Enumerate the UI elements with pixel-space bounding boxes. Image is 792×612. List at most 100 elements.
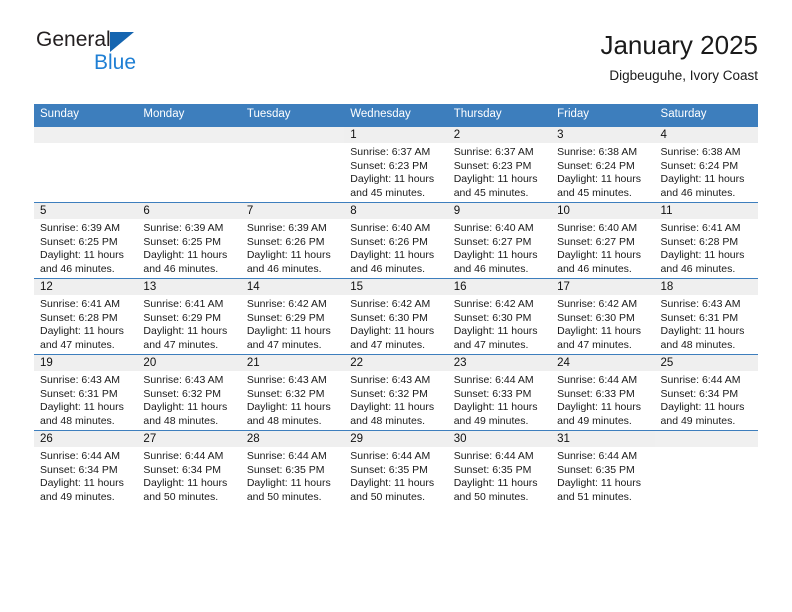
calendar-day[interactable]: 23 Sunrise: 6:44 AM Sunset: 6:33 PM Dayligh…: [447, 354, 552, 430]
calendar-day[interactable]: 16 Sunrise: 6:42 AM Sunset: 6:30 PM Dayligh…: [447, 278, 552, 354]
calendar-day[interactable]: 19 Sunrise: 6:43 AM Sunset: 6:31 PM Dayligh…: [34, 354, 138, 430]
calendar-day[interactable]: 29 Sunrise: 6:44 AM Sunset: 6:35 PM Dayligh…: [344, 430, 448, 506]
calendar-day-cell: 8 Sunrise: 6:40 AM Sunset: 6:26 PM Daylight…: [344, 202, 448, 278]
sunset-text: Sunset: 6:29 PM: [246, 311, 325, 324]
daylight-text-line2: and 46 minutes.: [453, 262, 529, 275]
calendar-day[interactable]: 14 Sunrise: 6:42 AM Sunset: 6:29 PM Dayligh…: [240, 278, 345, 354]
calendar-day[interactable]: 24 Sunrise: 6:44 AM Sunset: 6:33 PM Dayligh…: [551, 354, 655, 430]
sunset-text: Sunset: 6:31 PM: [660, 311, 739, 324]
calendar-day[interactable]: 17 Sunrise: 6:42 AM Sunset: 6:30 PM Dayligh…: [551, 278, 655, 354]
calendar-day-cell: 29 Sunrise: 6:44 AM Sunset: 6:35 PM Dayligh…: [344, 430, 448, 506]
calendar-day[interactable]: 2 Sunrise: 6:37 AM Sunset: 6:23 PM Daylight…: [447, 126, 552, 202]
daylight-text-line2: and 48 minutes.: [660, 338, 736, 351]
day-number: 7: [240, 203, 345, 219]
daylight-text-line2: and 49 minutes.: [453, 414, 529, 427]
sunrise-text: Sunrise: 6:42 AM: [557, 298, 638, 310]
calendar-day-cell: 10 Sunrise: 6:40 AM Sunset: 6:27 PM Dayligh…: [551, 202, 655, 278]
daylight-text-line2: and 48 minutes.: [40, 414, 115, 427]
daylight-text-line2: and 46 minutes.: [557, 262, 632, 275]
daylight-text-line1: Daylight: 11 hours: [40, 325, 124, 338]
daylight-text-line1: Daylight: 11 hours: [453, 401, 538, 414]
day-number: 24: [551, 355, 655, 371]
daylight-text-line2: and 47 minutes.: [557, 338, 632, 351]
calendar-day[interactable]: 3 Sunrise: 6:38 AM Sunset: 6:24 PM Daylight…: [551, 126, 655, 202]
daylight-text-line2: and 47 minutes.: [350, 338, 425, 351]
calendar-day-cell: 2 Sunrise: 6:37 AM Sunset: 6:23 PM Daylight…: [447, 126, 552, 202]
calendar-day-cell: 25 Sunrise: 6:44 AM Sunset: 6:34 PM Dayligh…: [654, 354, 758, 430]
daylight-text-line1: Daylight: 11 hours: [557, 325, 641, 338]
day-details: Sunrise: 6:41 AM Sunset: 6:28 PM Daylight:…: [34, 295, 137, 352]
calendar-day[interactable]: 20 Sunrise: 6:43 AM Sunset: 6:32 PM Dayligh…: [137, 354, 241, 430]
weekday-header-thursday: Thursday: [447, 104, 552, 126]
daylight-text-line1: Daylight: 11 hours: [453, 325, 538, 338]
sunset-text: Sunset: 6:27 PM: [453, 235, 532, 248]
weekday-header-wednesday: Wednesday: [344, 104, 448, 126]
calendar-day[interactable]: 15 Sunrise: 6:42 AM Sunset: 6:30 PM Dayligh…: [344, 278, 448, 354]
calendar-day[interactable]: 25 Sunrise: 6:44 AM Sunset: 6:34 PM Dayligh…: [654, 354, 758, 430]
calendar-day-cell: 21 Sunrise: 6:43 AM Sunset: 6:32 PM Dayligh…: [240, 354, 345, 430]
day-details: Sunrise: 6:41 AM Sunset: 6:29 PM Daylight:…: [137, 295, 240, 352]
calendar-day[interactable]: 8 Sunrise: 6:40 AM Sunset: 6:26 PM Daylight…: [344, 202, 448, 278]
daylight-text-line2: and 48 minutes.: [143, 414, 219, 427]
calendar-day[interactable]: 1 Sunrise: 6:37 AM Sunset: 6:23 PM Daylight…: [344, 126, 448, 202]
calendar-day-cell: 15 Sunrise: 6:42 AM Sunset: 6:30 PM Dayligh…: [344, 278, 448, 354]
sunset-text: Sunset: 6:34 PM: [143, 463, 222, 476]
sunrise-text: Sunrise: 6:40 AM: [350, 222, 431, 234]
sunrise-text: Sunrise: 6:44 AM: [143, 450, 224, 462]
calendar-day[interactable]: 26 Sunrise: 6:44 AM Sunset: 6:34 PM Dayligh…: [34, 430, 138, 506]
calendar-day[interactable]: 30 Sunrise: 6:44 AM Sunset: 6:35 PM Dayligh…: [447, 430, 552, 506]
calendar-day[interactable]: 7 Sunrise: 6:39 AM Sunset: 6:26 PM Daylight…: [240, 202, 345, 278]
daylight-text-line2: and 48 minutes.: [350, 414, 425, 427]
sunrise-text: Sunrise: 6:38 AM: [557, 146, 638, 158]
day-details: Sunrise: 6:42 AM Sunset: 6:30 PM Daylight:…: [551, 295, 654, 352]
day-number: 12: [34, 279, 138, 295]
daylight-text-line1: Daylight: 11 hours: [246, 325, 331, 338]
daylight-text-line1: Daylight: 11 hours: [350, 249, 435, 262]
calendar-day-cell: [34, 126, 138, 202]
day-details: Sunrise: 6:42 AM Sunset: 6:30 PM Daylight:…: [448, 295, 551, 352]
calendar-day[interactable]: 11 Sunrise: 6:41 AM Sunset: 6:28 PM Dayligh…: [654, 202, 758, 278]
sunset-text: Sunset: 6:27 PM: [557, 235, 635, 248]
day-number: 18: [654, 279, 758, 295]
calendar-day[interactable]: 12 Sunrise: 6:41 AM Sunset: 6:28 PM Dayligh…: [34, 278, 138, 354]
daylight-text-line2: and 51 minutes.: [557, 490, 632, 503]
calendar-day[interactable]: 21 Sunrise: 6:43 AM Sunset: 6:32 PM Dayligh…: [240, 354, 345, 430]
day-number: 23: [447, 355, 552, 371]
weekday-header-row: Sunday Monday Tuesday Wednesday Thursday…: [34, 104, 758, 126]
calendar-day[interactable]: 31 Sunrise: 6:44 AM Sunset: 6:35 PM Dayligh…: [551, 430, 655, 506]
day-details: Sunrise: 6:44 AM Sunset: 6:35 PM Daylight:…: [344, 447, 447, 504]
sunset-text: Sunset: 6:23 PM: [350, 159, 428, 172]
day-number: 6: [137, 203, 241, 219]
daylight-text-line1: Daylight: 11 hours: [557, 477, 641, 490]
calendar-day[interactable]: 6 Sunrise: 6:39 AM Sunset: 6:25 PM Daylight…: [137, 202, 241, 278]
calendar-day[interactable]: 22 Sunrise: 6:43 AM Sunset: 6:32 PM Dayligh…: [344, 354, 448, 430]
calendar-day[interactable]: 13 Sunrise: 6:41 AM Sunset: 6:29 PM Dayligh…: [137, 278, 241, 354]
calendar-day[interactable]: 5 Sunrise: 6:39 AM Sunset: 6:25 PM Daylight…: [34, 202, 138, 278]
calendar-day-cell: 14 Sunrise: 6:42 AM Sunset: 6:29 PM Dayligh…: [240, 278, 345, 354]
day-details: Sunrise: 6:39 AM Sunset: 6:25 PM Daylight:…: [34, 219, 137, 276]
sunrise-text: Sunrise: 6:44 AM: [246, 450, 327, 462]
calendar-day[interactable]: 18 Sunrise: 6:43 AM Sunset: 6:31 PM Dayligh…: [654, 278, 758, 354]
daylight-text-line2: and 45 minutes.: [350, 186, 425, 199]
daylight-text-line1: Daylight: 11 hours: [660, 325, 745, 338]
daylight-text-line2: and 46 minutes.: [40, 262, 115, 275]
daylight-text-line2: and 46 minutes.: [143, 262, 219, 275]
brand-logo[interactable]: General Blue: [34, 28, 334, 90]
calendar-day[interactable]: 28 Sunrise: 6:44 AM Sunset: 6:35 PM Dayligh…: [240, 430, 345, 506]
sunrise-text: Sunrise: 6:43 AM: [143, 374, 224, 386]
sunset-text: Sunset: 6:30 PM: [453, 311, 532, 324]
calendar-day[interactable]: 9 Sunrise: 6:40 AM Sunset: 6:27 PM Daylight…: [447, 202, 552, 278]
daylight-text-line1: Daylight: 11 hours: [246, 249, 331, 262]
calendar-day[interactable]: 27 Sunrise: 6:44 AM Sunset: 6:34 PM Dayligh…: [137, 430, 241, 506]
daylight-text-line1: Daylight: 11 hours: [350, 477, 435, 490]
sunset-text: Sunset: 6:24 PM: [557, 159, 635, 172]
sunrise-text: Sunrise: 6:43 AM: [350, 374, 431, 386]
calendar-day[interactable]: 10 Sunrise: 6:40 AM Sunset: 6:27 PM Dayligh…: [551, 202, 655, 278]
sunset-text: Sunset: 6:24 PM: [660, 159, 739, 172]
calendar-week-row: 1 Sunrise: 6:37 AM Sunset: 6:23 PM Daylight…: [34, 126, 758, 202]
day-details: Sunrise: 6:43 AM Sunset: 6:32 PM Daylight:…: [344, 371, 447, 428]
sunrise-text: Sunrise: 6:42 AM: [350, 298, 431, 310]
calendar-day[interactable]: 4 Sunrise: 6:38 AM Sunset: 6:24 PM Daylight…: [654, 126, 758, 202]
calendar-day-empty: [34, 126, 138, 202]
day-details: Sunrise: 6:38 AM Sunset: 6:24 PM Daylight:…: [551, 143, 654, 200]
